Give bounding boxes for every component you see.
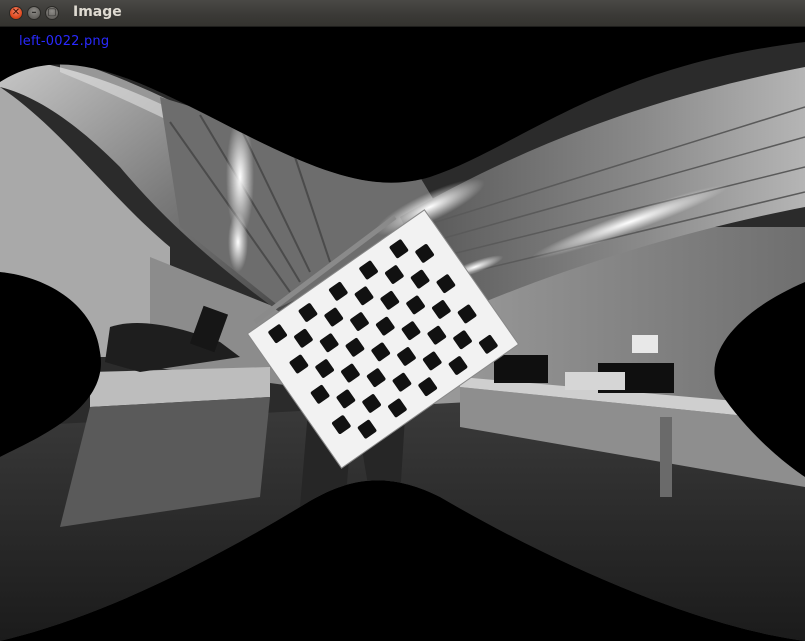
maximize-icon: ▢ bbox=[47, 7, 57, 18]
image-filename-label: left-0022.png bbox=[19, 34, 110, 49]
maximize-window-button[interactable]: ▢ bbox=[45, 6, 59, 20]
close-window-button[interactable]: ✕ bbox=[9, 6, 23, 20]
window-title: Image bbox=[73, 4, 122, 20]
image-viewport: left-0022.png bbox=[0, 27, 805, 641]
minimize-window-button[interactable]: – bbox=[27, 6, 41, 20]
undistorted-image bbox=[0, 42, 805, 641]
minimize-icon: – bbox=[31, 7, 37, 18]
close-icon: ✕ bbox=[11, 7, 21, 18]
window-titlebar[interactable]: ✕ – ▢ Image bbox=[0, 0, 805, 27]
